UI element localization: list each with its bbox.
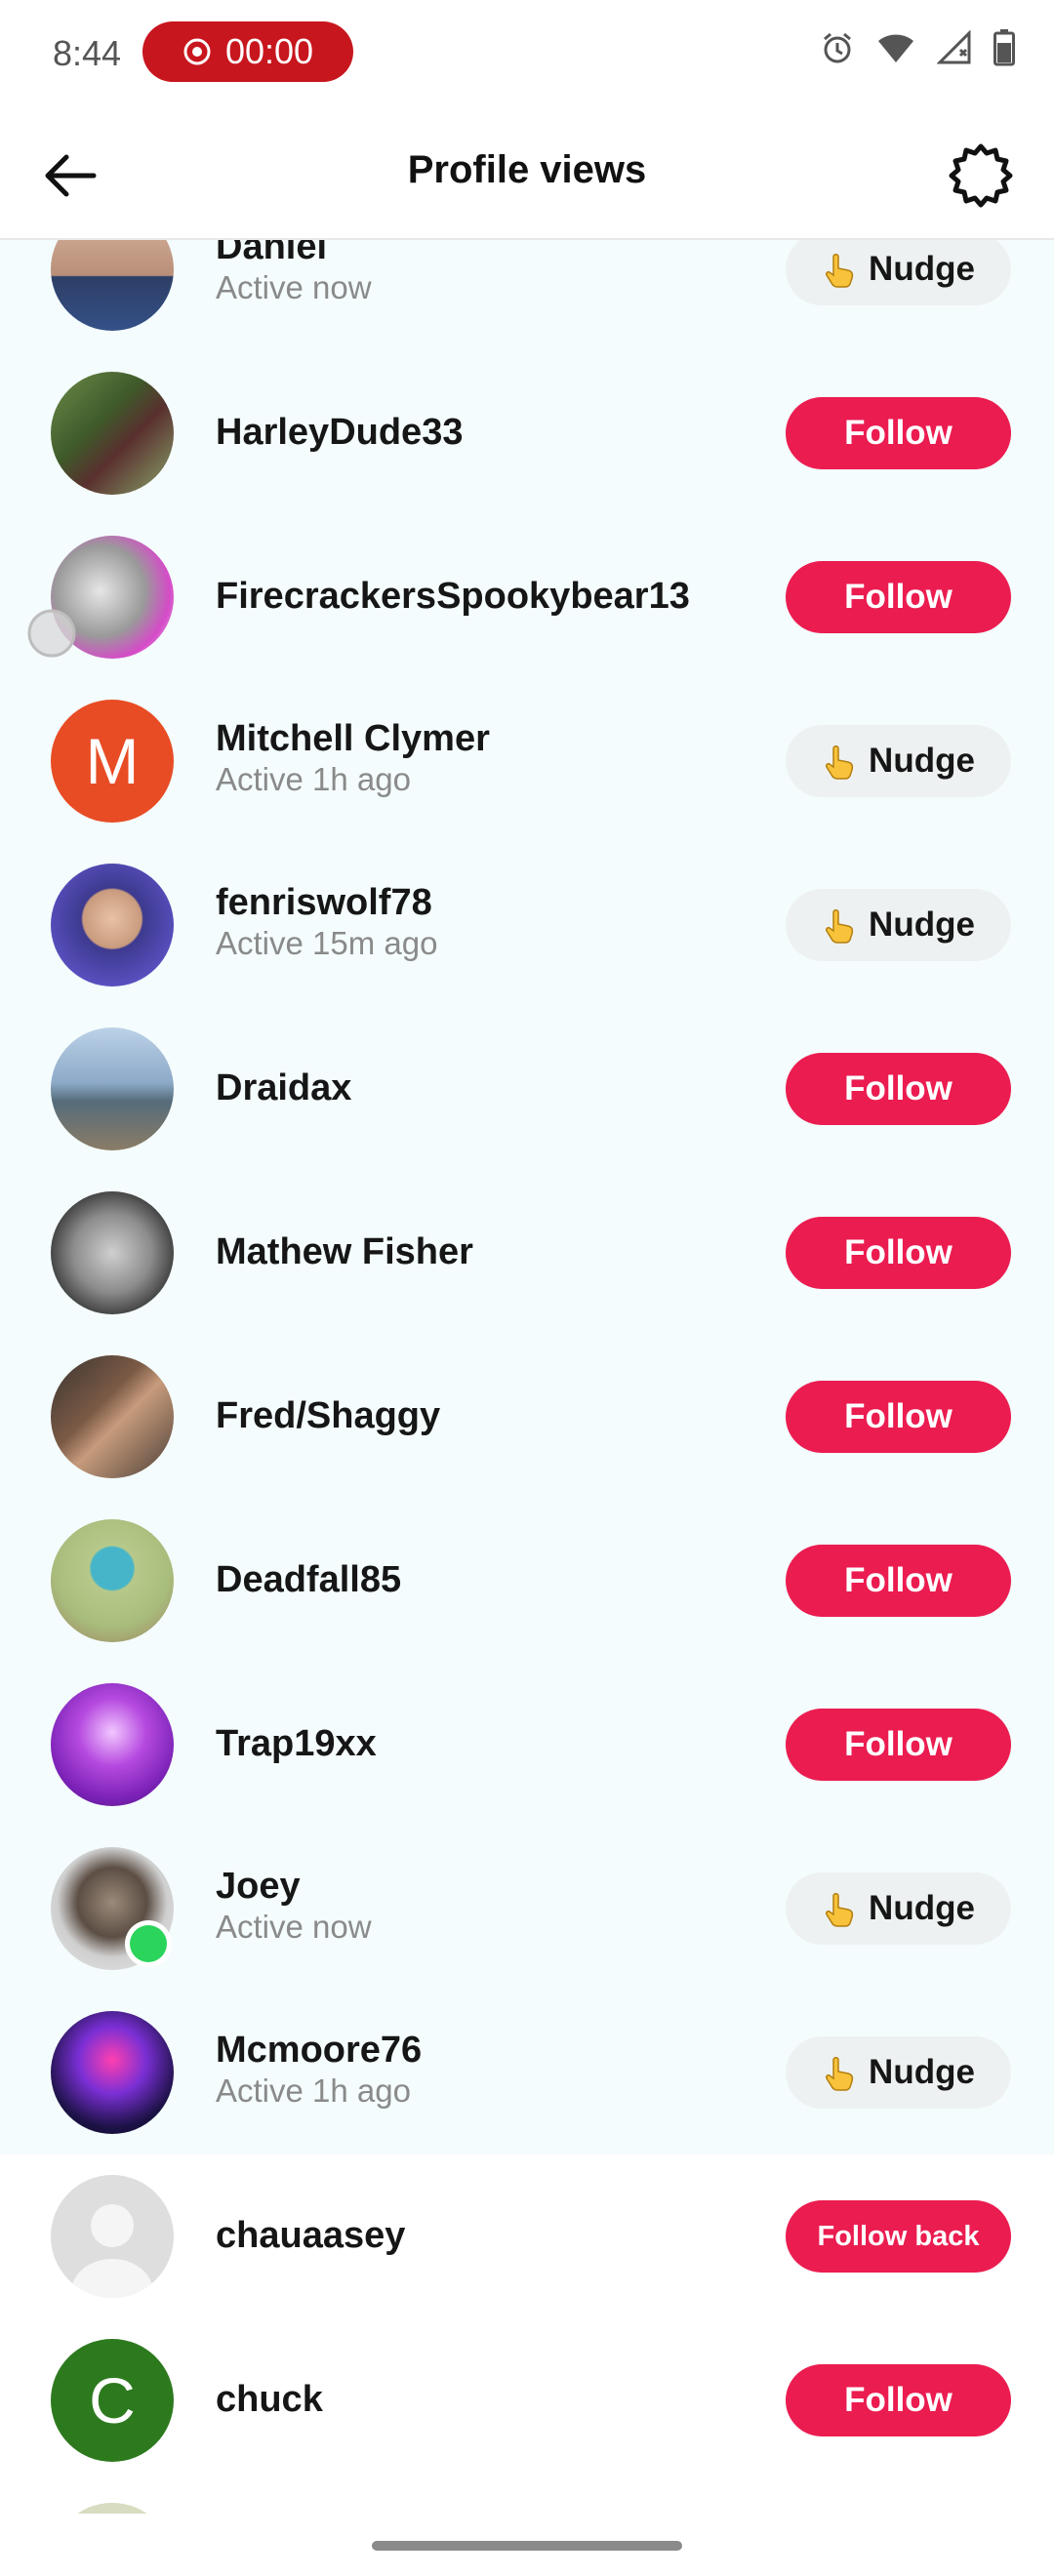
status-icons [820,29,1015,66]
list-item[interactable]: Mathew Fisher Follow [0,1171,1054,1335]
list-item[interactable]: Daniel Active now Nudge [0,240,1054,351]
follow-button[interactable]: Follow [786,1217,1011,1289]
avatar[interactable] [51,1683,174,1806]
viewer-status: Active 15m ago [216,925,438,961]
list-item[interactable]: Deadfall85 Follow [0,1499,1054,1663]
pointing-hand-icon [826,1893,854,1927]
list-item[interactable]: Draidax Follow [0,1007,1054,1171]
viewer-name[interactable]: Mathew Fisher [216,1231,473,1273]
viewer-name[interactable]: fenriswolf78 [216,882,432,924]
pointing-hand-icon [826,909,854,944]
pointing-hand-icon [826,745,854,780]
touch-indicator [27,609,76,658]
avatar[interactable] [51,1027,174,1150]
viewer-name[interactable]: Trap19xx [216,1723,377,1765]
list-item[interactable]: chauaasey Follow back [0,2154,1054,2318]
signal-icon [937,30,971,64]
viewer-name[interactable]: HarleyDude33 [216,412,463,454]
follow-button[interactable]: Follow [786,397,1011,469]
viewer-status: Active now [216,269,372,305]
list-item[interactable]: Trap19xx Follow [0,1663,1054,1827]
avatar[interactable]: C [51,2339,174,2462]
follow-button[interactable]: Follow [786,561,1011,633]
battery-icon [993,29,1015,66]
pointing-hand-icon [826,2057,854,2091]
nudge-label: Nudge [869,742,975,780]
viewer-name[interactable]: Fred/Shaggy [216,1395,440,1437]
nudge-label: Nudge [869,1889,975,1927]
avatar[interactable] [51,864,174,986]
follow-button[interactable]: Follow [786,1381,1011,1453]
nudge-button[interactable]: Nudge [786,725,1011,797]
viewer-name[interactable]: Deadfall85 [216,1559,401,1601]
online-status-dot [125,1920,172,1967]
nudge-button[interactable]: Nudge [786,240,1011,305]
follow-button[interactable]: Follow [786,1053,1011,1125]
list-item[interactable]: Fred/Shaggy Follow [0,1335,1054,1499]
avatar[interactable] [51,2011,174,2134]
list-item[interactable]: Joey Active now Nudge [0,1827,1054,1991]
follow-button[interactable]: Follow [786,1709,1011,1781]
follow-button[interactable]: Follow [786,1545,1011,1617]
screen-recording-indicator[interactable]: 00:00 [142,21,353,82]
alarm-icon [824,32,851,63]
default-avatar-icon [71,2204,153,2298]
wifi-icon [878,34,913,62]
list-item[interactable]: FirecrackersSpookybear13 Follow [0,515,1054,679]
nudge-label: Nudge [869,250,975,288]
viewer-name[interactable]: Joey [216,1866,301,1908]
nudge-button[interactable]: Nudge [786,1872,1011,1945]
nudge-button[interactable]: Nudge [786,889,1011,961]
list-item[interactable]: M Mitchell Clymer Active 1h ago Nudge [0,679,1054,843]
list-item[interactable]: C chuck Follow [0,2318,1054,2482]
recording-timer: 00:00 [224,31,314,71]
pointing-hand-icon [826,254,854,288]
avatar[interactable] [51,1191,174,1314]
record-icon [183,38,211,65]
viewer-name[interactable]: chauaasey [216,2215,405,2257]
avatar[interactable] [51,2503,174,2514]
viewer-name[interactable]: Mitchell Clymer [216,718,490,760]
nudge-button[interactable]: Nudge [786,2036,1011,2109]
list-item[interactable] [0,2482,1054,2514]
viewer-name[interactable]: Daniel [216,240,327,268]
nudge-label: Nudge [869,906,975,944]
status-bar: 8:44 00:00 [0,0,1054,107]
top-app-bar: Profile views [0,107,1054,240]
list-item[interactable]: fenriswolf78 Active 15m ago Nudge [0,843,1054,1007]
viewer-name[interactable]: FirecrackersSpookybear13 [216,576,690,618]
follow-back-button[interactable]: Follow back [786,2200,1011,2273]
avatar[interactable] [51,1519,174,1642]
avatar[interactable] [51,1355,174,1478]
list-item[interactable]: Mcmoore76 Active 1h ago Nudge [0,1991,1054,2154]
viewer-status: Active now [216,1909,372,1945]
status-time: 8:44 [53,33,122,73]
viewer-name[interactable]: Mcmoore76 [216,2030,422,2072]
list-item[interactable]: HarleyDude33 Follow [0,351,1054,515]
page-title: Profile views [407,148,647,191]
nudge-label: Nudge [869,2053,975,2091]
profile-views-list[interactable]: Daniel Active now Nudge HarleyDude33 Fol… [0,240,1054,2514]
viewer-name[interactable]: chuck [216,2379,323,2421]
home-indicator[interactable] [372,2541,682,2551]
viewer-status: Active 1h ago [216,761,411,797]
avatar[interactable] [51,372,174,495]
viewer-name[interactable]: Draidax [216,1067,351,1109]
avatar[interactable]: M [51,700,174,823]
avatar[interactable] [51,2175,174,2298]
follow-button[interactable]: Follow [786,2364,1011,2436]
viewer-status: Active 1h ago [216,2073,411,2109]
avatar[interactable] [51,240,174,331]
gear-icon[interactable] [947,141,1015,209]
